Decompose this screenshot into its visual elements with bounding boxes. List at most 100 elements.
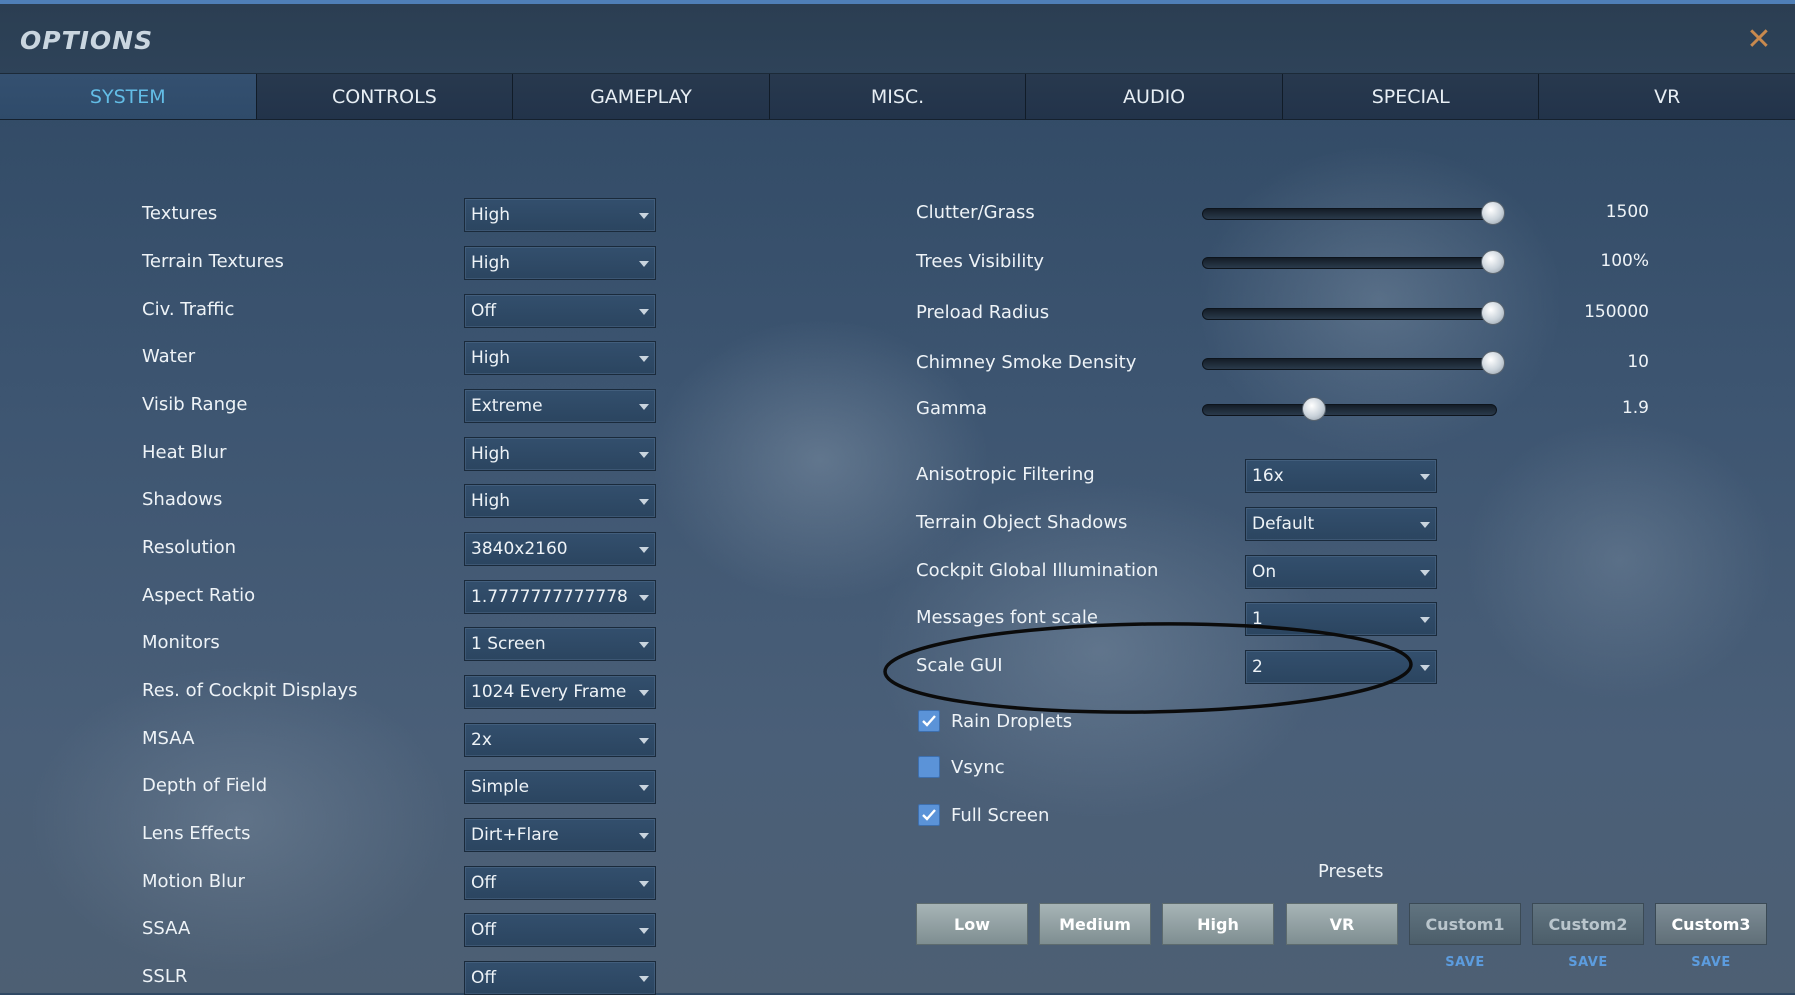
setting-label-shadows: Shadows xyxy=(142,489,223,510)
dropdown-value: 1 Screen xyxy=(471,634,546,654)
tab-bar: SYSTEM CONTROLS GAMEPLAY MISC. AUDIO SPE… xyxy=(0,74,1795,120)
custom1-save-link[interactable]: SAVE xyxy=(1409,955,1521,970)
checkbox-vsync[interactable] xyxy=(918,756,940,778)
dropdown-terrain-object-shadows[interactable]: Default xyxy=(1245,507,1437,541)
slider-value: 10 xyxy=(1627,352,1649,372)
slider-chimney-smoke-density[interactable] xyxy=(1202,358,1497,370)
tab-vr[interactable]: VR xyxy=(1539,74,1795,119)
slider-trees-visibility[interactable] xyxy=(1202,257,1497,269)
chevron-down-icon xyxy=(639,499,649,505)
dropdown-messages-font-scale[interactable]: 1 xyxy=(1245,602,1437,636)
setting-label-terrain-object-shadows: Terrain Object Shadows xyxy=(916,512,1128,533)
custom3-save-link[interactable]: SAVE xyxy=(1655,955,1767,970)
preset-custom1-button[interactable]: Custom1 xyxy=(1409,903,1521,945)
dropdown-value: Dirt+Flare xyxy=(471,825,559,845)
tab-audio[interactable]: AUDIO xyxy=(1026,74,1283,119)
chevron-down-icon xyxy=(639,547,649,553)
chevron-down-icon xyxy=(639,881,649,887)
checkbox-label-vsync: Vsync xyxy=(951,757,1005,778)
slider-handle[interactable] xyxy=(1302,397,1327,421)
preset-custom2-button[interactable]: Custom2 xyxy=(1532,903,1644,945)
checkbox-full-screen[interactable] xyxy=(918,804,940,826)
dropdown-value: Off xyxy=(471,968,497,988)
slider-value: 100% xyxy=(1600,251,1649,271)
custom2-save-link[interactable]: SAVE xyxy=(1532,955,1644,970)
preset-vr-button[interactable]: VR xyxy=(1286,903,1398,945)
dropdown-cockpit-global-illumination[interactable]: On xyxy=(1245,555,1437,589)
setting-label-msaa: MSAA xyxy=(142,728,195,749)
dropdown-msaa[interactable]: 2x xyxy=(464,723,656,757)
checkbox-label-rain-droplets: Rain Droplets xyxy=(951,711,1073,732)
slider-handle[interactable] xyxy=(1481,351,1505,375)
setting-label-sslr: SSLR xyxy=(142,966,188,987)
setting-label-textures: Textures xyxy=(142,203,218,224)
preset-custom3-button[interactable]: Custom3 xyxy=(1655,903,1767,945)
slider-label-chimney-smoke-density: Chimney Smoke Density xyxy=(916,352,1137,373)
dropdown-ssaa[interactable]: Off xyxy=(464,913,656,947)
slider-handle[interactable] xyxy=(1481,250,1505,274)
slider-label-clutter-grass: Clutter/Grass xyxy=(916,202,1035,223)
dropdown-civ-traffic[interactable]: Off xyxy=(464,294,656,328)
setting-label-depth-of-field: Depth of Field xyxy=(142,775,268,796)
dropdown-value: Extreme xyxy=(471,396,543,416)
dropdown-value: 2 xyxy=(1252,657,1263,677)
dropdown-resolution[interactable]: 3840x2160 xyxy=(464,532,656,566)
slider-preload-radius[interactable] xyxy=(1202,308,1497,320)
dropdown-value: Simple xyxy=(471,777,530,797)
presets-title: Presets xyxy=(1318,861,1384,882)
slider-value: 1500 xyxy=(1605,202,1649,222)
dropdown-aspect-ratio[interactable]: 1.7777777777778 xyxy=(464,580,656,614)
dropdown-scale-gui[interactable]: 2 xyxy=(1245,650,1437,684)
setting-label-anisotropic-filtering: Anisotropic Filtering xyxy=(916,464,1095,485)
setting-label-terrain-textures: Terrain Textures xyxy=(142,251,284,272)
dropdown-motion-blur[interactable]: Off xyxy=(464,866,656,900)
dropdown-value: High xyxy=(471,205,511,225)
setting-label-motion-blur: Motion Blur xyxy=(142,871,245,892)
tab-system[interactable]: SYSTEM xyxy=(0,74,257,119)
dropdown-value: On xyxy=(1252,562,1277,582)
dropdown-terrain-textures[interactable]: High xyxy=(464,246,656,280)
slider-handle[interactable] xyxy=(1481,201,1505,225)
dropdown-lens-effects[interactable]: Dirt+Flare xyxy=(464,818,656,852)
dropdown-textures[interactable]: High xyxy=(464,198,656,232)
chevron-down-icon xyxy=(639,404,649,410)
dropdown-heat-blur[interactable]: High xyxy=(464,437,656,471)
chevron-down-icon xyxy=(639,738,649,744)
setting-label-aspect-ratio: Aspect Ratio xyxy=(142,585,256,606)
preset-medium-button[interactable]: Medium xyxy=(1039,903,1151,945)
tab-gameplay[interactable]: GAMEPLAY xyxy=(513,74,770,119)
chevron-down-icon xyxy=(1420,570,1430,576)
close-icon[interactable]: ✕ xyxy=(1745,25,1773,55)
slider-handle[interactable] xyxy=(1481,301,1505,325)
dropdown-anisotropic-filtering[interactable]: 16x xyxy=(1245,459,1437,493)
dropdown-monitors[interactable]: 1 Screen xyxy=(464,627,656,661)
dropdown-value: High xyxy=(471,491,511,511)
tab-misc[interactable]: MISC. xyxy=(769,74,1027,119)
tab-special[interactable]: SPECIAL xyxy=(1282,74,1540,119)
title-bar: OPTIONS ✕ xyxy=(0,4,1795,74)
chevron-down-icon xyxy=(639,928,649,934)
dropdown-value: 16x xyxy=(1252,466,1284,486)
checkbox-label-full-screen: Full Screen xyxy=(951,805,1050,826)
setting-label-scale-gui: Scale GUI xyxy=(916,655,1003,676)
preset-high-button[interactable]: High xyxy=(1162,903,1274,945)
dropdown-res-of-cockpit-displays[interactable]: 1024 Every Frame xyxy=(464,675,656,709)
slider-gamma[interactable] xyxy=(1202,404,1497,416)
dropdown-sslr[interactable]: Off xyxy=(464,961,656,995)
setting-label-water: Water xyxy=(142,346,196,367)
chevron-down-icon xyxy=(639,452,649,458)
dropdown-shadows[interactable]: High xyxy=(464,484,656,518)
checkbox-rain-droplets[interactable] xyxy=(918,710,940,732)
preset-low-button[interactable]: Low xyxy=(916,903,1028,945)
dropdown-water[interactable]: High xyxy=(464,341,656,375)
slider-value: 150000 xyxy=(1584,302,1649,322)
slider-label-trees-visibility: Trees Visibility xyxy=(916,251,1045,272)
dropdown-depth-of-field[interactable]: Simple xyxy=(464,770,656,804)
slider-clutter-grass[interactable] xyxy=(1202,208,1497,220)
tab-controls[interactable]: CONTROLS xyxy=(256,74,514,119)
dropdown-value: High xyxy=(471,348,511,368)
checkmark-icon xyxy=(922,809,936,821)
dropdown-visib-range[interactable]: Extreme xyxy=(464,389,656,423)
dropdown-value: 1.7777777777778 xyxy=(471,587,628,607)
chevron-down-icon xyxy=(639,976,649,982)
